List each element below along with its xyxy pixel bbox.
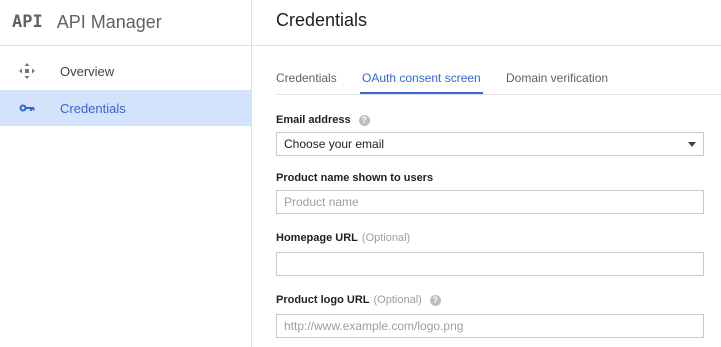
sidebar-item-credentials[interactable]: Credentials: [0, 90, 251, 126]
tab-credentials[interactable]: Credentials: [276, 71, 337, 85]
tab-domain-verification[interactable]: Domain verification: [506, 71, 608, 85]
header-divider: [252, 45, 721, 46]
tab-bar: Credentials OAuth consent screen Domain …: [276, 64, 721, 94]
product-logo-url-label-text: Product logo URL: [276, 294, 370, 306]
sidebar-item-overview[interactable]: Overview: [0, 53, 251, 89]
product-logo-url-input[interactable]: [276, 314, 704, 338]
email-address-label-text: Email address: [276, 114, 351, 126]
product-logo-url-label: Product logo URL (Optional) ?: [276, 294, 441, 306]
homepage-url-label-text: Homepage URL: [276, 232, 358, 244]
key-icon: [18, 99, 36, 117]
homepage-url-input[interactable]: [276, 252, 704, 276]
page-title: Credentials: [276, 10, 368, 30]
optional-hint: (Optional): [361, 232, 411, 244]
sidebar-item-label: Overview: [60, 63, 115, 79]
email-address-label: Email address ?: [276, 114, 370, 126]
email-select-value: Choose your email: [284, 137, 385, 151]
tabs-divider: [276, 94, 721, 95]
product-name-label-text: Product name shown to users: [276, 172, 434, 184]
product-name-input[interactable]: [276, 190, 704, 214]
app-brand: API API Manager: [12, 10, 162, 34]
email-select[interactable]: Choose your email: [276, 132, 704, 156]
help-icon[interactable]: ?: [429, 294, 441, 306]
sidebar-item-label: Credentials: [60, 100, 126, 116]
homepage-url-label: Homepage URL (Optional): [276, 232, 410, 244]
help-icon[interactable]: ?: [358, 114, 370, 126]
dropdown-arrow-icon: [688, 141, 696, 147]
overview-icon: [18, 62, 36, 80]
product-name-label: Product name shown to users: [276, 172, 433, 184]
tab-oauth-consent-screen[interactable]: OAuth consent screen: [362, 71, 481, 85]
sidebar: API API Manager Overview Credentials: [0, 0, 252, 347]
api-logo: API: [12, 12, 43, 32]
sidebar-divider: [0, 45, 251, 46]
app-title: API Manager: [56, 11, 162, 32]
main-content: Credentials Credentials OAuth consent sc…: [252, 0, 721, 347]
optional-hint: (Optional): [373, 294, 422, 306]
